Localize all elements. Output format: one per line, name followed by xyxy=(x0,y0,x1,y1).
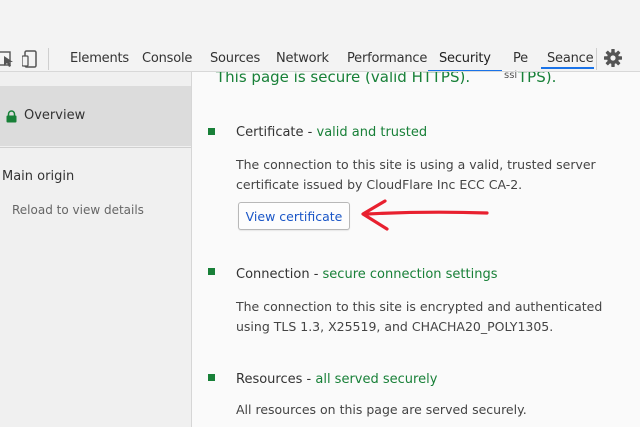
connection-description: The connection to this site is encrypted… xyxy=(236,299,603,334)
certificate-section-title: Certificate - valid and trusted xyxy=(236,125,427,140)
tab-pe[interactable]: Pe xyxy=(513,51,528,66)
status-dot-certificate xyxy=(208,128,215,135)
toolbar-separator xyxy=(596,48,597,70)
red-annotation-arrow-icon xyxy=(361,199,489,231)
tab-security[interactable]: Security xyxy=(439,51,491,66)
section-title-label: Resources xyxy=(236,372,303,387)
connection-status: secure connection settings xyxy=(322,267,498,282)
connection-section-title: Connection - secure connection settings xyxy=(236,267,497,282)
sidebar-main-origin-heading: Main origin xyxy=(2,169,75,184)
security-sidebar: Overview Main origin Reload to view deta… xyxy=(0,72,192,427)
certificate-status: valid and trusted xyxy=(316,125,428,140)
sidebar-reload-hint: Reload to view details xyxy=(12,203,144,217)
status-dot-resources xyxy=(208,374,215,381)
status-dot-connection xyxy=(208,268,215,275)
title-separator: - xyxy=(302,372,316,387)
resources-status: all served securely xyxy=(315,372,438,387)
view-certificate-button[interactable]: View certificate xyxy=(238,202,350,230)
tab-console[interactable]: Console xyxy=(142,51,192,66)
tab-network[interactable]: Network xyxy=(276,51,329,66)
headline-tail: TPS). xyxy=(518,72,557,86)
tab-elements[interactable]: Elements xyxy=(70,51,129,66)
tab-seance[interactable]: Seance xyxy=(547,51,594,66)
inspect-element-icon[interactable] xyxy=(0,49,18,69)
title-separator: - xyxy=(303,125,317,140)
tab-performance[interactable]: Performance xyxy=(347,51,427,66)
seance-tab-underline xyxy=(541,67,594,69)
sidebar-divider xyxy=(0,147,191,148)
tab-sources[interactable]: Sources xyxy=(210,51,260,66)
section-title-label: Certificate xyxy=(236,125,304,140)
headline-clip: This page is secure (valid HTTPS). TPS). xyxy=(192,72,640,94)
sidebar-item-overview[interactable]: Overview xyxy=(0,86,191,146)
title-separator: - xyxy=(309,267,323,282)
security-summary-headline: This page is secure (valid HTTPS). xyxy=(216,72,471,86)
sidebar-item-label: Overview xyxy=(24,108,86,123)
resources-section-title: Resources - all served securely xyxy=(236,372,437,387)
section-title-label: Connection xyxy=(236,267,310,282)
devtools-toolbar: Elements Console Sources Network Perform… xyxy=(0,0,640,81)
device-toolbar-icon[interactable] xyxy=(22,49,40,69)
lock-icon xyxy=(6,110,17,123)
settings-gear-icon[interactable] xyxy=(603,48,623,68)
certificate-description: The connection to this site is using a v… xyxy=(236,157,596,192)
security-overview-panel: This page is secure (valid HTTPS). TPS).… xyxy=(192,72,640,427)
toolbar-separator xyxy=(48,48,49,70)
resources-description: All resources on this page are served se… xyxy=(236,402,527,417)
